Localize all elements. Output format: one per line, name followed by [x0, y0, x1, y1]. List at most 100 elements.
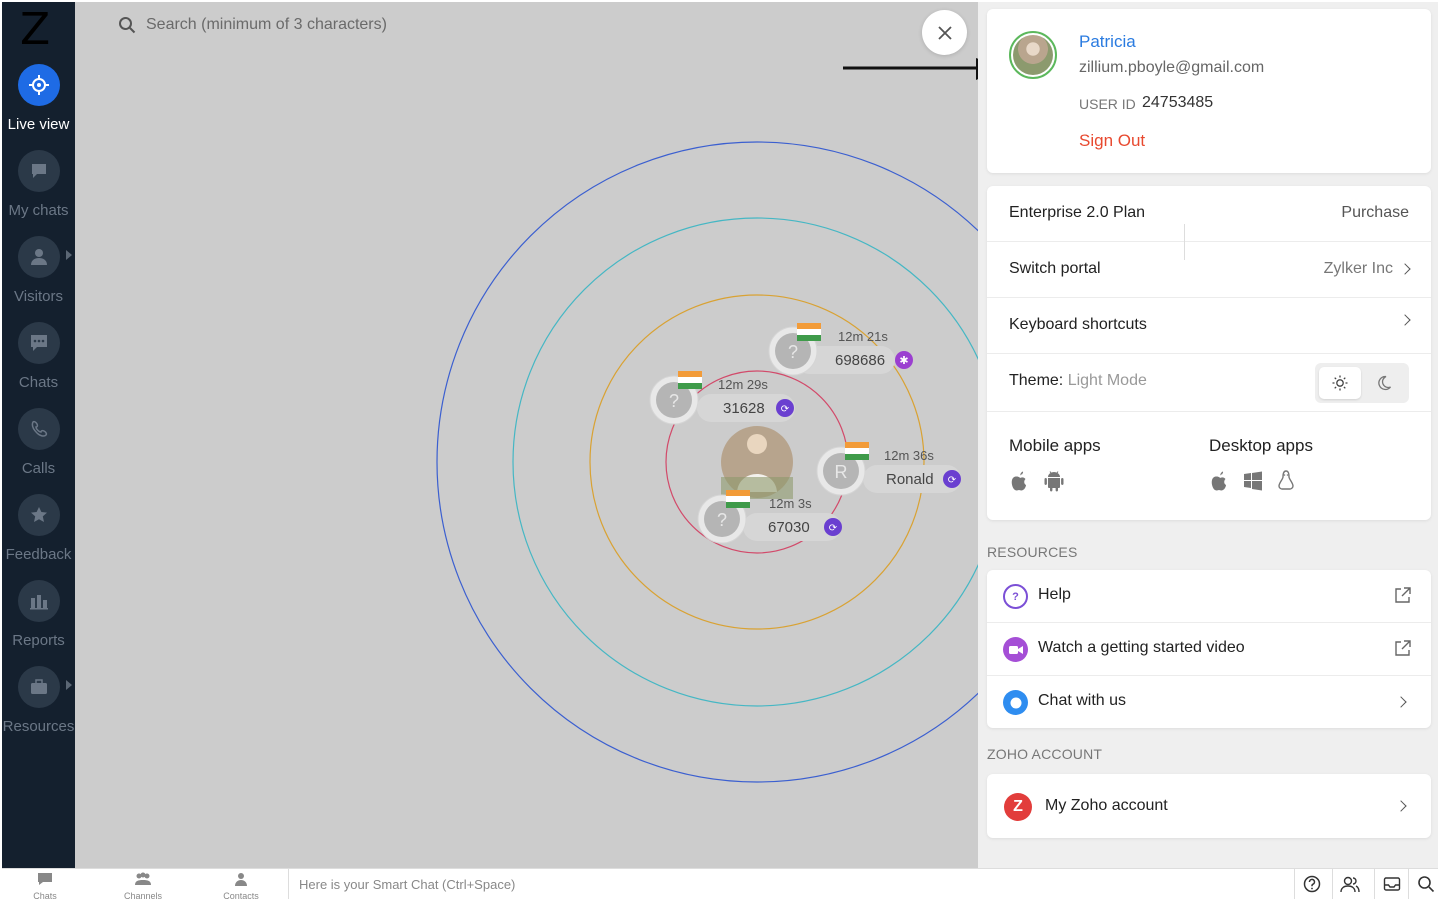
person-icon [17, 236, 60, 278]
group-icon [135, 872, 151, 885]
zoho-account-heading: ZOHO ACCOUNT [987, 746, 1103, 762]
global-search-button[interactable] [1408, 869, 1440, 899]
chevron-right-icon [1399, 314, 1411, 326]
android-icon[interactable] [1043, 470, 1065, 492]
bottom-tab-chats[interactable]: Chats [15, 872, 75, 900]
sidebar-item-label: Chats [18, 374, 59, 391]
external-link-icon [1395, 640, 1411, 656]
sidebar-item-label: Calls [21, 460, 56, 477]
bottom-tab-contacts[interactable]: Contacts [211, 872, 271, 900]
svg-text:⟳: ⟳ [829, 523, 838, 534]
users-button[interactable] [1332, 869, 1366, 899]
sidebar-item-calls[interactable]: Calls [2, 408, 75, 477]
resource-label: Watch a getting started video [1038, 639, 1245, 656]
divider [1184, 224, 1185, 260]
svg-text:⟳: ⟳ [781, 404, 790, 415]
bottom-tab-channels[interactable]: Channels [113, 872, 173, 900]
sidebar-item-label: Feedback [5, 546, 72, 563]
smart-chat-input[interactable]: Here is your Smart Chat (Ctrl+Space) [288, 869, 1294, 899]
dark-mode-button[interactable] [1363, 367, 1405, 399]
chat-bubble-icon [38, 873, 52, 885]
sidebar-item-label: Visitors [14, 288, 63, 305]
smart-chat-placeholder: Here is your Smart Chat (Ctrl+Space) [299, 877, 516, 892]
apple-icon[interactable] [1209, 470, 1229, 492]
briefcase-icon [17, 666, 60, 708]
plan-row: Enterprise 2.0 Plan Purchase [987, 186, 1431, 242]
sidebar-item-chats[interactable]: Chats [2, 322, 75, 391]
sidebar-item-resources[interactable]: Resources [2, 666, 75, 735]
mobile-apps-title: Mobile apps [1009, 436, 1101, 455]
profile-name[interactable]: Patricia [1079, 32, 1136, 52]
keyboard-shortcuts-label: Keyboard shortcuts [1009, 316, 1147, 333]
sidebar: Z Live view My chats Visitors Chats Call… [2, 2, 75, 868]
mobile-apps: Mobile apps [1009, 436, 1101, 492]
bottom-tab-label: Contacts [223, 891, 259, 900]
phone-icon [17, 408, 60, 450]
users-icon [1339, 876, 1360, 893]
light-mode-button[interactable] [1319, 367, 1361, 399]
theme-value: Light Mode [1067, 372, 1147, 389]
switch-portal-label: Switch portal [1009, 260, 1101, 277]
chevron-right-icon [1395, 696, 1407, 708]
avatar[interactable] [1009, 31, 1057, 79]
live-view-canvas: Search (minimum of 3 characters) ? ✱ ? ⟳… [75, 2, 978, 868]
visitor-time: 12m 21s [838, 329, 888, 344]
svg-text:?: ? [717, 510, 727, 530]
theme-row: Theme: Light Mode [987, 354, 1431, 412]
my-zoho-account-row[interactable]: Z My Zoho account [987, 774, 1431, 838]
sign-out-link[interactable]: Sign Out [1079, 131, 1145, 151]
visitor-id: 67030 [768, 519, 810, 536]
portal-name: Zylker Inc [1323, 260, 1393, 277]
svg-text:?: ? [669, 391, 679, 411]
apple-icon[interactable] [1009, 470, 1029, 492]
account-panel: Patricia zillium.pboyle@gmail.com USER I… [978, 2, 1438, 868]
sidebar-item-feedback[interactable]: Feedback [2, 494, 75, 563]
chevron-right-icon [1395, 800, 1407, 812]
visitor-id: Ronald [886, 471, 934, 488]
sidebar-item-label: Live view [7, 116, 70, 133]
chat-bubble-icon [17, 150, 60, 192]
theme-toggle[interactable] [1315, 363, 1409, 403]
bottom-tab-label: Chats [33, 891, 57, 900]
resource-video[interactable]: Watch a getting started video [987, 623, 1431, 676]
visitor-id: 31628 [723, 400, 765, 417]
external-link-icon [1395, 587, 1411, 603]
user-id-label: USER ID [1079, 96, 1136, 112]
bottom-tab-label: Channels [123, 891, 163, 900]
sidebar-item-reports[interactable]: Reports [2, 580, 75, 649]
sidebar-item-label: Reports [12, 632, 65, 649]
bottom-bar: Chats Channels Contacts Here is your Sma… [2, 868, 1440, 900]
svg-text:✱: ✱ [899, 355, 908, 367]
bar-chart-icon [17, 580, 60, 622]
profile-email: zillium.pboyle@gmail.com [1079, 59, 1265, 76]
zoho-logo-icon: Z [1004, 793, 1032, 821]
keyboard-shortcuts-row[interactable]: Keyboard shortcuts [987, 298, 1431, 354]
visitor-time: 12m 29s [718, 377, 768, 392]
resource-chat[interactable]: Chat with us [987, 676, 1431, 729]
app-logo[interactable]: Z [20, 4, 50, 55]
user-id-value: 24753485 [1142, 94, 1214, 111]
sidebar-item-visitors[interactable]: Visitors [2, 236, 75, 305]
close-panel-button[interactable] [922, 10, 967, 55]
resource-help[interactable]: ? Help [987, 570, 1431, 623]
sidebar-item-label: Resources [2, 718, 75, 735]
inbox-button[interactable] [1374, 869, 1408, 899]
theme-label: Theme: [1009, 372, 1064, 389]
purchase-link[interactable]: Purchase [1341, 204, 1409, 222]
help-button[interactable] [1294, 869, 1328, 899]
sidebar-item-my-chats[interactable]: My chats [2, 150, 75, 219]
help-icon [1303, 875, 1320, 893]
video-icon [1003, 637, 1028, 662]
desktop-apps-title: Desktop apps [1209, 436, 1313, 455]
sidebar-item-label: My chats [8, 202, 69, 219]
target-icon [17, 64, 60, 106]
submenu-caret-icon [66, 680, 72, 690]
visitor-orbit-map: ? ✱ ? ⟳ R ⟳ ? ⟳ [436, 141, 978, 783]
sidebar-item-live-view[interactable]: Live view [2, 64, 75, 133]
visitor-time: 12m 36s [884, 448, 934, 463]
windows-icon[interactable] [1243, 471, 1263, 491]
help-icon: ? [1003, 584, 1028, 609]
switch-portal-row[interactable]: Switch portal Zylker Inc [987, 242, 1431, 298]
settings-card: Enterprise 2.0 Plan Purchase Switch port… [987, 186, 1431, 520]
linux-icon[interactable] [1277, 470, 1295, 492]
